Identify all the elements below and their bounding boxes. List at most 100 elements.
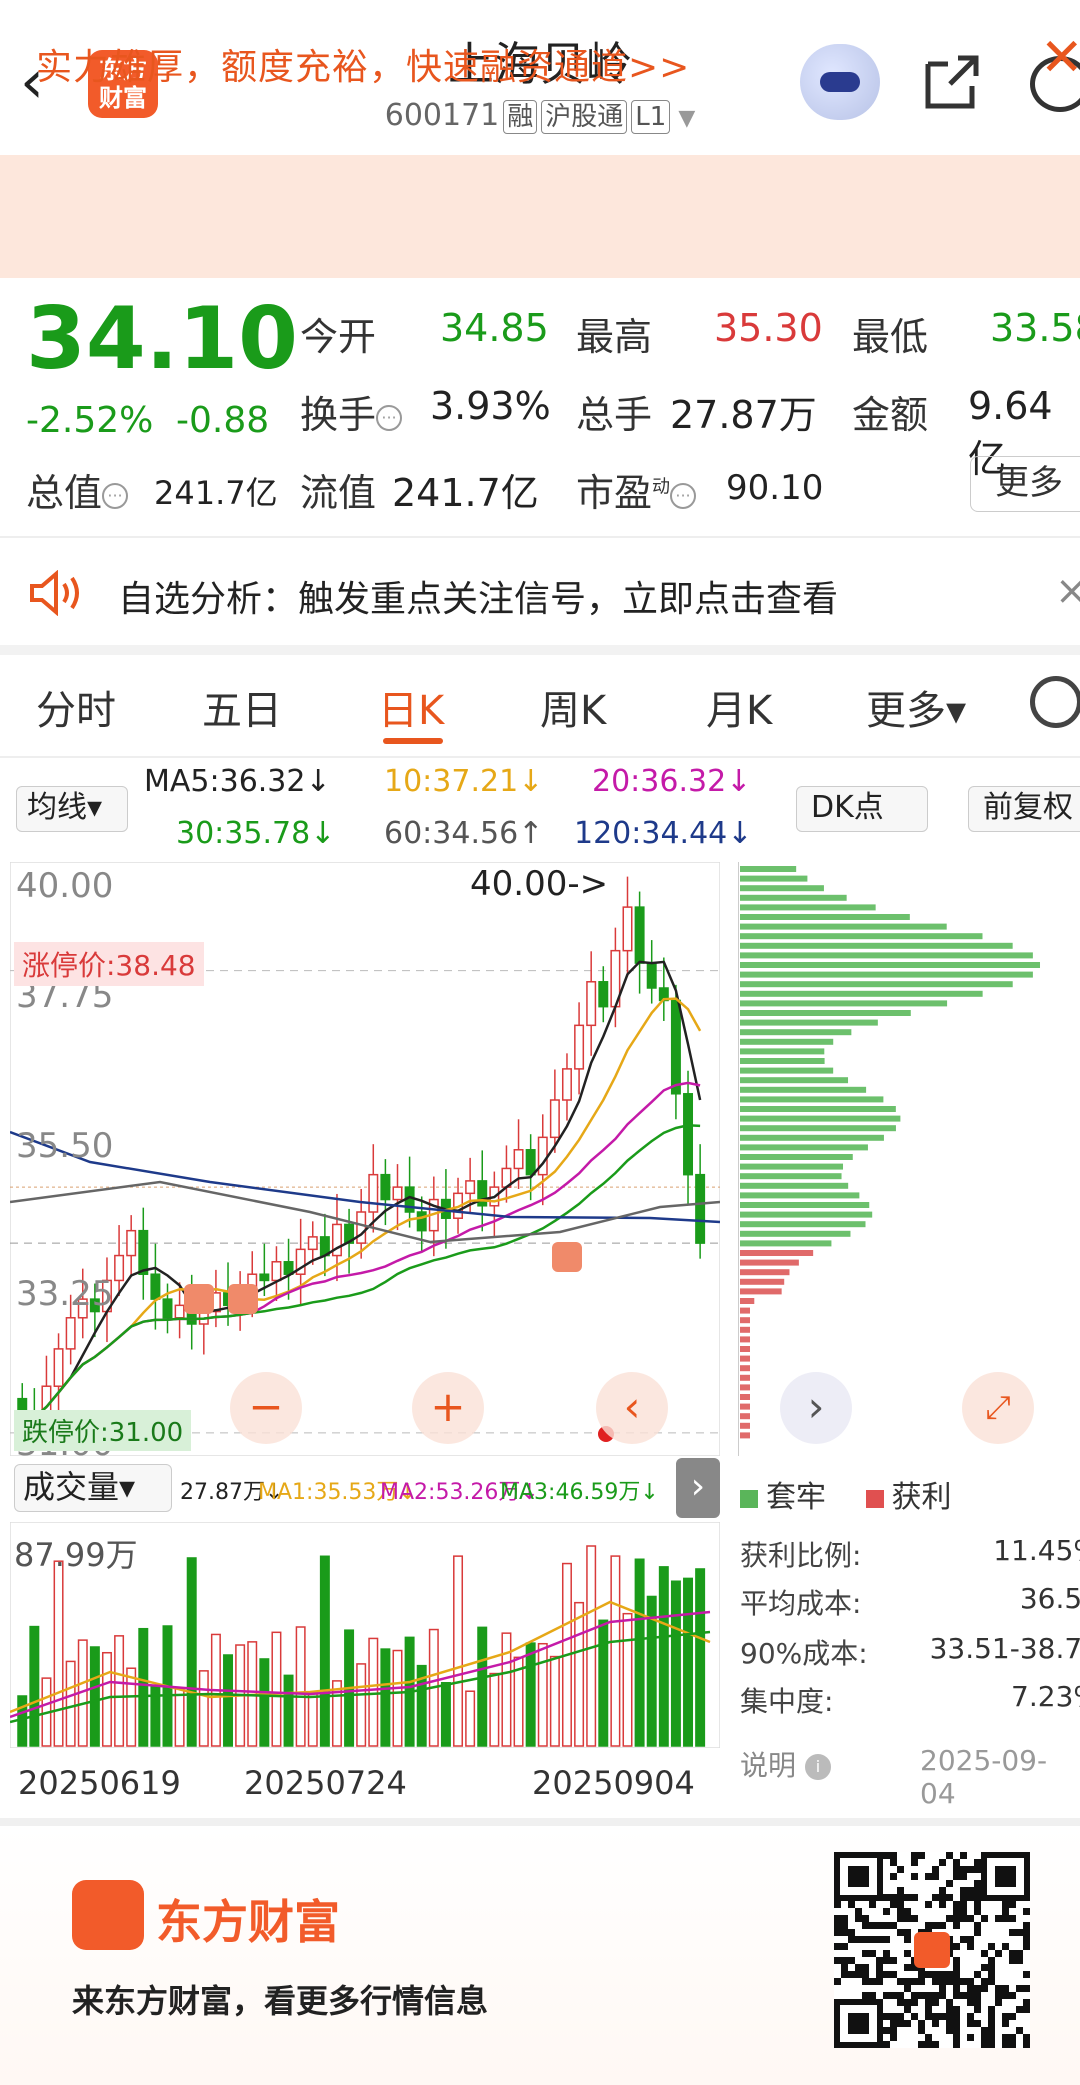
qr-module [974,2006,981,2013]
qr-module [974,1866,981,1873]
tab-5day[interactable]: 五日 [202,678,282,736]
qr-module [876,1922,883,1929]
qr-module [1009,2013,1016,2020]
tab-intraday[interactable]: 分时 [36,678,116,736]
chip-bar [740,1211,873,1218]
qr-module [1023,1929,1030,1936]
qr-module [1002,2034,1009,2041]
qr-module [932,1873,939,1880]
qr-module [890,1873,897,1880]
close-icon[interactable]: × [1055,568,1080,614]
promo-text[interactable]: 实力雄厚，额度充裕，快速融资通道>> [36,38,690,90]
volume-bar [549,1655,560,1747]
qr-module [869,1978,876,1985]
volume-indicator-selector[interactable]: 成交量▾ [14,1464,172,1512]
dk-point-button[interactable]: DK点 [796,786,928,832]
qr-module [876,1957,883,1964]
chip-bar [740,1192,860,1199]
y-label-4: 33.25 [16,1274,114,1314]
tab-daily-k[interactable]: 日K [378,678,444,736]
peak-price-label: 40.00-> [470,864,609,904]
scroll-left-button[interactable]: ‹ [596,1372,668,1444]
qr-module [890,1901,897,1908]
qr-module [890,1922,897,1929]
qr-module [967,1985,974,1992]
qr-module [946,1971,953,1978]
speaker-icon [30,570,79,616]
mktcap-label[interactable]: 总值 ··· [26,462,129,517]
turnover-label[interactable]: 换手 ··· [300,384,403,439]
qr-module [897,1929,904,1936]
qr-module [904,1999,911,2006]
volume-bar [658,1566,669,1747]
candle-body [307,1236,318,1251]
brand-name: 东方财富 [156,1895,340,1949]
promo-banner[interactable] [0,155,1080,278]
qr-module [960,1866,967,1873]
qr-module [883,1992,890,1999]
robot-assistant-icon[interactable] [800,44,880,120]
volume-bar [380,1648,391,1747]
chevron-down-icon: ▼ [678,106,696,131]
tab-more[interactable]: 更多▾ [866,678,966,736]
close-icon[interactable]: ✕ [1040,28,1080,88]
tab-weekly-k[interactable]: 周K [540,678,606,736]
qr-module [981,2027,988,2034]
candle-body [65,1317,76,1350]
share-icon[interactable] [920,52,984,112]
qr-module [946,1894,953,1901]
ma-selector[interactable]: 均线▾ [16,786,128,832]
qr-module [1002,1908,1009,1915]
chip-bar [740,1307,750,1314]
buy-marker [552,1242,582,1272]
brand-logo-icon [72,1880,144,1950]
more-quote-button[interactable]: 更多 [970,456,1080,512]
concentration-value: 7.23% [1011,1680,1080,1713]
qr-module [841,1943,848,1950]
qr-module [953,2006,960,2013]
zoom-in-button[interactable]: + [412,1372,484,1444]
qr-module [988,1957,995,1964]
qr-module [1002,1985,1009,1992]
analysis-text[interactable]: 自选分析：触发重点关注信号，立即点击查看 [118,570,838,622]
brand-slogan: 来东方财富，看更多行情信息 [72,1982,489,2020]
qr-module [995,1950,1002,1957]
qr-module [953,1943,960,1950]
qr-module [960,1908,967,1915]
expand-panel-button[interactable]: › [676,1458,720,1518]
gear-icon[interactable] [1030,676,1080,728]
qr-module [862,1978,869,1985]
zoom-out-button[interactable]: − [230,1372,302,1444]
stock-code-row[interactable]: 600171 融沪股通 L1 ▼ [0,98,1080,134]
note-link[interactable]: 说明 i [740,1744,831,1784]
qr-module [848,1971,855,1978]
profit-ratio-value: 11.45% [993,1534,1080,1567]
candle-body [574,1024,585,1070]
candle-body [622,906,633,952]
qr-module [862,1936,869,1943]
chip-bar [740,866,797,872]
chip-bar [740,1317,750,1324]
chip-bar [740,1029,852,1036]
volume-bar [114,1635,125,1747]
qr-module [967,2013,974,2020]
adjust-selector[interactable]: 前复权 [968,786,1080,832]
qr-module [925,2034,932,2041]
chip-bar [740,1336,750,1343]
volume-bar [453,1555,464,1747]
pe-label[interactable]: 市盈动 ··· [576,462,697,517]
qr-module [897,2013,904,2020]
qr-module [981,2034,988,2041]
qr-module [897,1978,904,1985]
tag-margin: 融 [503,100,538,134]
x-label-3: 20250904 [532,1764,695,1802]
qr-module [1023,2006,1030,2013]
change-amount: -0.88 [176,400,270,441]
cost90-label: 90%成本: [740,1637,868,1670]
ma30-value: 30:35.78↓ [176,816,336,851]
candle-body [380,1173,391,1201]
chip-bar [740,1278,785,1285]
qr-module [890,2013,897,2020]
tab-monthly-k[interactable]: 月K [706,678,772,736]
qr-module [904,1936,911,1943]
